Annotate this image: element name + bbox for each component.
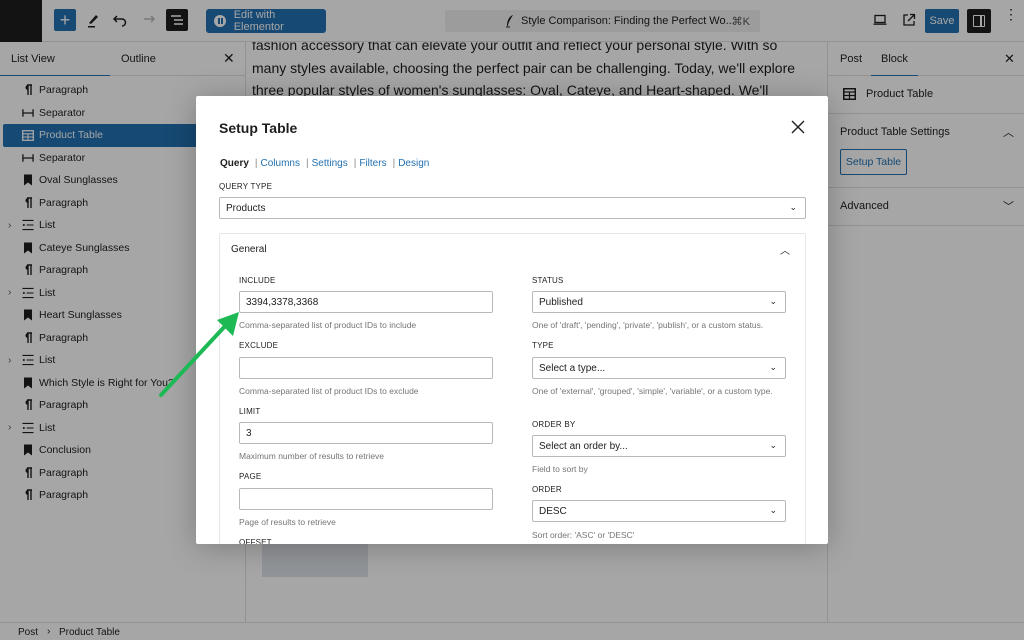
type-value: Select a type... bbox=[539, 362, 606, 374]
query-type-select[interactable]: Products ⌄ bbox=[219, 197, 806, 219]
chevron-up-icon[interactable]: ︿ bbox=[780, 242, 790, 257]
type-help: One of 'external', 'grouped', 'simple', … bbox=[532, 386, 773, 396]
limit-label: LIMIT bbox=[239, 407, 261, 416]
order-value: DESC bbox=[539, 505, 567, 517]
chevron-down-icon: ⌄ bbox=[789, 202, 797, 212]
page-help: Page of results to retrieve bbox=[239, 517, 336, 527]
exclude-input[interactable] bbox=[239, 357, 493, 379]
exclude-label: EXCLUDE bbox=[239, 341, 279, 350]
tab-divider: | bbox=[305, 158, 309, 169]
chevron-down-icon: ⌄ bbox=[769, 505, 777, 515]
tab-divider: | bbox=[392, 158, 396, 169]
setup-table-modal: Setup Table Query | Columns | Settings | Fi… bbox=[196, 96, 828, 544]
tab-columns[interactable]: Columns bbox=[261, 158, 300, 169]
tab-design[interactable]: Design bbox=[398, 158, 429, 169]
include-help: Comma-separated list of product IDs to i… bbox=[239, 320, 417, 330]
modal-tabs: Query | Columns | Settings | Filters | Desig… bbox=[220, 158, 429, 169]
type-select[interactable]: Select a type... ⌄ bbox=[532, 357, 786, 379]
order-by-value: Select an order by... bbox=[539, 440, 628, 452]
query-type-label: QUERY TYPE bbox=[219, 182, 273, 191]
tab-filters[interactable]: Filters bbox=[359, 158, 386, 169]
page-input[interactable] bbox=[239, 488, 493, 510]
type-label: TYPE bbox=[532, 341, 554, 350]
order-label: ORDER bbox=[532, 485, 562, 494]
tab-divider: | bbox=[353, 158, 357, 169]
tab-settings[interactable]: Settings bbox=[312, 158, 348, 169]
exclude-help: Comma-separated list of product IDs to e… bbox=[239, 386, 419, 396]
offset-label: OFFSET bbox=[239, 538, 272, 544]
close-modal-icon[interactable] bbox=[789, 118, 807, 136]
order-by-select[interactable]: Select an order by... ⌄ bbox=[532, 435, 786, 457]
tab-query[interactable]: Query bbox=[220, 158, 249, 169]
order-select[interactable]: DESC ⌄ bbox=[532, 500, 786, 522]
chevron-down-icon: ⌄ bbox=[769, 362, 777, 372]
status-select[interactable]: Published ⌄ bbox=[532, 291, 786, 313]
chevron-down-icon: ⌄ bbox=[769, 440, 777, 450]
general-panel-title[interactable]: General bbox=[231, 244, 267, 255]
include-input[interactable]: 3394,3378,3368 bbox=[239, 291, 493, 313]
modal-title: Setup Table bbox=[219, 120, 298, 136]
chevron-down-icon: ⌄ bbox=[769, 296, 777, 306]
order-by-label: ORDER BY bbox=[532, 420, 576, 429]
include-label: INCLUDE bbox=[239, 276, 276, 285]
status-value: Published bbox=[539, 296, 583, 308]
tab-divider: | bbox=[254, 158, 258, 169]
query-type-value: Products bbox=[226, 202, 266, 214]
limit-value: 3 bbox=[246, 427, 252, 439]
include-value: 3394,3378,3368 bbox=[246, 296, 319, 308]
limit-help: Maximum number of results to retrieve bbox=[239, 451, 385, 461]
order-help: Sort order: 'ASC' or 'DESC' bbox=[532, 530, 635, 540]
page-label: PAGE bbox=[239, 472, 262, 481]
status-help: One of 'draft', 'pending', 'private', 'p… bbox=[532, 320, 764, 330]
order-by-help: Field to sort by bbox=[532, 464, 588, 474]
limit-input[interactable]: 3 bbox=[239, 422, 493, 444]
status-label: STATUS bbox=[532, 276, 564, 285]
